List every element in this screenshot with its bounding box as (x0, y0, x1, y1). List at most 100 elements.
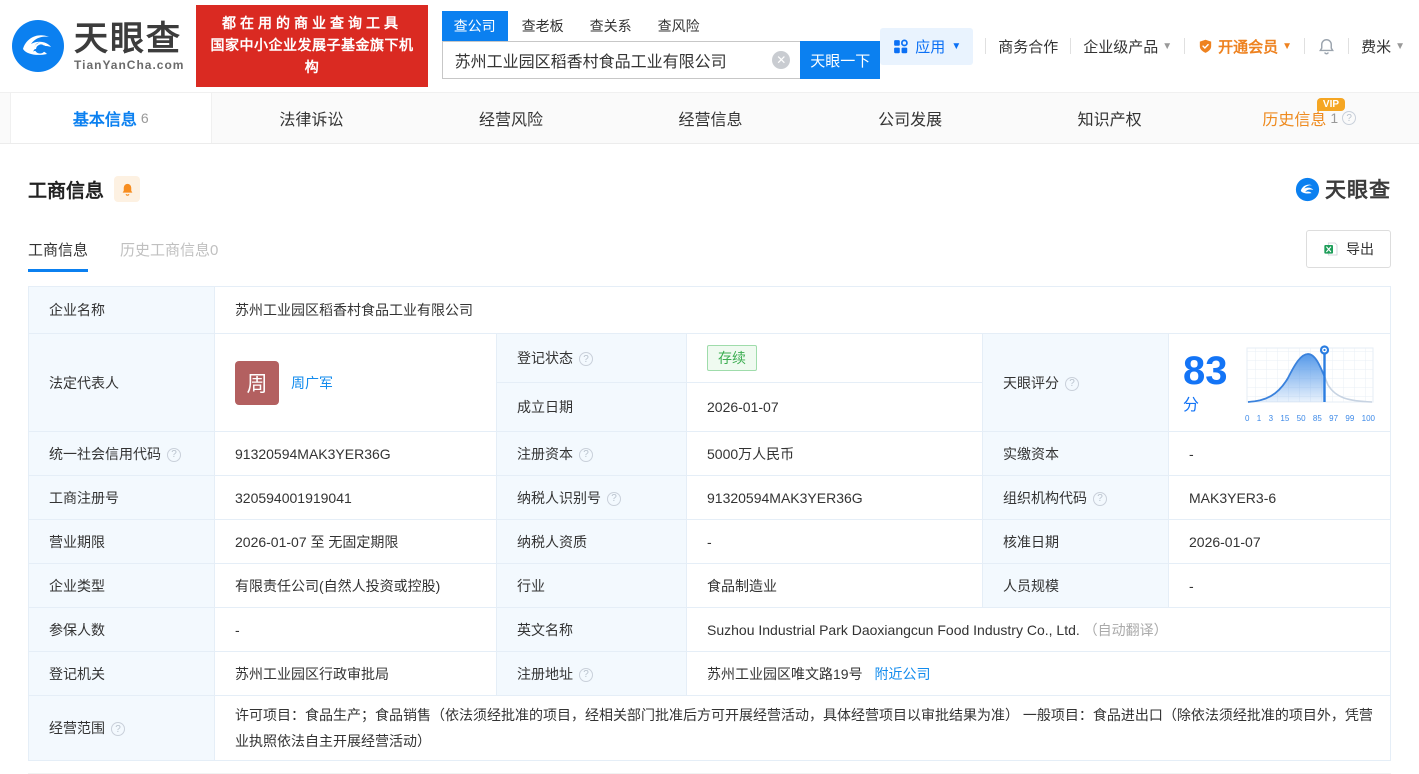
tick-label: 97 (1329, 414, 1338, 423)
paid-capital-value: - (1169, 432, 1391, 476)
nav-user[interactable]: 费米 ▼ (1361, 36, 1405, 57)
reg-status-value-cell: 存续 (687, 334, 983, 383)
notification-bell[interactable] (1317, 37, 1336, 56)
field-label: 行业 (517, 578, 545, 594)
nav-enterprise[interactable]: 企业级产品 ▼ (1083, 36, 1172, 57)
field-label: 企业类型 (49, 578, 105, 594)
subtabs: 工商信息 历史工商信息0 (28, 239, 218, 272)
help-icon[interactable] (111, 722, 125, 736)
field-label: 工商注册号 (49, 490, 119, 506)
search-tab-company[interactable]: 查公司 (442, 11, 508, 41)
reg-number-label-cell: 工商注册号 (29, 476, 215, 520)
legal-rep-link[interactable]: 周广军 (291, 373, 333, 393)
slogan-line2: 国家中小企业发展子基金旗下机构 (206, 35, 417, 78)
tianyancha-logo[interactable]: 天眼查 TianYanCha.com (10, 18, 184, 74)
reg-address-label-cell: 注册地址 (497, 652, 687, 696)
score-unit: 分 (1183, 397, 1199, 414)
business-info-table: 企业名称 苏州工业园区稻香村食品工业有限公司 法定代表人 周 周广军 登记状态 … (28, 286, 1391, 761)
tab-intellectual-property[interactable]: 知识产权 (1010, 93, 1210, 143)
tianyancha-logo-icon (1295, 177, 1320, 202)
watermark-brand: 天眼查 (1325, 174, 1391, 204)
tab-basic-info[interactable]: 基本信息 6 (10, 93, 212, 143)
search-tab-relation[interactable]: 查关系 (578, 11, 644, 41)
search-input[interactable] (442, 41, 801, 79)
company-type-value: 有限责任公司(自然人投资或控股) (215, 564, 497, 608)
table-row: 登记机关 苏州工业园区行政审批局 注册地址 苏州工业园区唯文路19号 附近公司 (29, 652, 1391, 696)
tick-label: 15 (1280, 414, 1289, 423)
tab-basic-info-label: 基本信息 (73, 106, 137, 130)
english-name-value-cell: Suzhou Industrial Park Daoxiangcun Food … (687, 608, 1391, 652)
nav-apps[interactable]: 应用 ▼ (880, 28, 973, 65)
table-row: 营业期限 2026-01-07 至 无固定期限 纳税人资质 - 核准日期 202… (29, 520, 1391, 564)
reg-capital-value: 5000万人民币 (687, 432, 983, 476)
nearby-companies-link[interactable]: 附近公司 (874, 666, 930, 682)
help-icon[interactable] (607, 492, 621, 506)
tick-label: 100 (1362, 414, 1375, 423)
tab-history-info[interactable]: VIP 历史信息 1 (1209, 93, 1409, 143)
brand-domain: TianYanCha.com (74, 59, 184, 71)
help-icon[interactable] (167, 448, 181, 462)
tab-operating-info[interactable]: 经营信息 (611, 93, 811, 143)
export-label: 导出 (1346, 239, 1374, 259)
tab-operating-risk[interactable]: 经营风险 (411, 93, 611, 143)
field-label: 企业名称 (49, 302, 105, 318)
status-badge: 存续 (707, 345, 757, 371)
nav-vip[interactable]: 开通会员 ▼ (1197, 36, 1292, 57)
help-icon[interactable] (1093, 492, 1107, 506)
tab-company-development[interactable]: 公司发展 (810, 93, 1010, 143)
english-name-label-cell: 英文名称 (497, 608, 687, 652)
field-label: 法定代表人 (49, 375, 119, 391)
tab-legal-proceedings[interactable]: 法律诉讼 (212, 93, 412, 143)
nav-apps-label: 应用 (915, 36, 945, 57)
search-tab-boss[interactable]: 查老板 (510, 11, 576, 41)
table-row: 工商注册号 320594001919041 纳税人识别号 91320594MAK… (29, 476, 1391, 520)
table-row: 企业名称 苏州工业园区稻香村食品工业有限公司 (29, 287, 1391, 334)
tick-label: 85 (1313, 414, 1322, 423)
divider (1070, 38, 1071, 54)
help-icon[interactable] (1342, 111, 1356, 125)
field-label: 注册地址 (517, 666, 573, 682)
vip-shield-icon (1197, 38, 1214, 55)
help-icon[interactable] (579, 448, 593, 462)
paid-capital-label-cell: 实缴资本 (983, 432, 1169, 476)
subtab-history-business-info[interactable]: 历史工商信息0 (120, 239, 218, 272)
chevron-down-icon: ▼ (951, 41, 961, 52)
search-row: ✕ 天眼一下 (442, 41, 881, 79)
credit-code-label-cell: 统一社会信用代码 (29, 432, 215, 476)
divider (1304, 38, 1305, 54)
staff-size-value: - (1169, 564, 1391, 608)
org-code-label-cell: 组织机构代码 (983, 476, 1169, 520)
score-distribution-chart: 0 1 3 15 50 85 97 99 100 (1244, 342, 1376, 423)
chevron-down-icon: ▼ (1395, 41, 1405, 52)
subtab-business-info[interactable]: 工商信息 (28, 239, 88, 272)
field-label: 登记状态 (517, 350, 573, 366)
reg-address-value-cell: 苏州工业园区唯文路19号 附近公司 (687, 652, 1391, 696)
tick-label: 99 (1345, 414, 1354, 423)
help-icon[interactable] (1065, 377, 1079, 391)
tianyancha-logo-icon (10, 18, 66, 74)
section-title-wrap: 工商信息 (28, 176, 140, 203)
score-widget[interactable]: 83分 (1175, 338, 1384, 427)
top-nav: 应用 ▼ 商务合作 企业级产品 ▼ 开通会员 ▼ 费米 (880, 28, 1405, 65)
field-label: 注册资本 (517, 446, 573, 462)
subscribe-bell-button[interactable] (114, 176, 140, 202)
table-row: 统一社会信用代码 91320594MAK3YER36G 注册资本 5000万人民… (29, 432, 1391, 476)
logo-text: 天眼查 TianYanCha.com (74, 22, 184, 71)
field-label: 核准日期 (1003, 534, 1059, 550)
legal-rep-avatar[interactable]: 周 (235, 361, 279, 405)
help-icon[interactable] (579, 668, 593, 682)
nav-cooperation[interactable]: 商务合作 (998, 36, 1058, 57)
company-name-value: 苏州工业园区稻香村食品工业有限公司 (215, 287, 1391, 334)
search-tabs: 查公司 查老板 查关系 查风险 (442, 13, 881, 41)
search-button[interactable]: 天眼一下 (800, 41, 880, 79)
field-label: 天眼评分 (1003, 375, 1059, 391)
slogan-line1: 都在用的商业查询工具 (206, 13, 417, 35)
field-label: 纳税人识别号 (517, 490, 601, 506)
tab-operating-risk-label: 经营风险 (479, 106, 543, 130)
reg-capital-label-cell: 注册资本 (497, 432, 687, 476)
help-icon[interactable] (579, 352, 593, 366)
divider (1348, 38, 1349, 54)
credit-code-value: 91320594MAK3YER36G (215, 432, 497, 476)
search-tab-risk[interactable]: 查风险 (646, 11, 712, 41)
export-button[interactable]: 导出 (1306, 230, 1391, 268)
